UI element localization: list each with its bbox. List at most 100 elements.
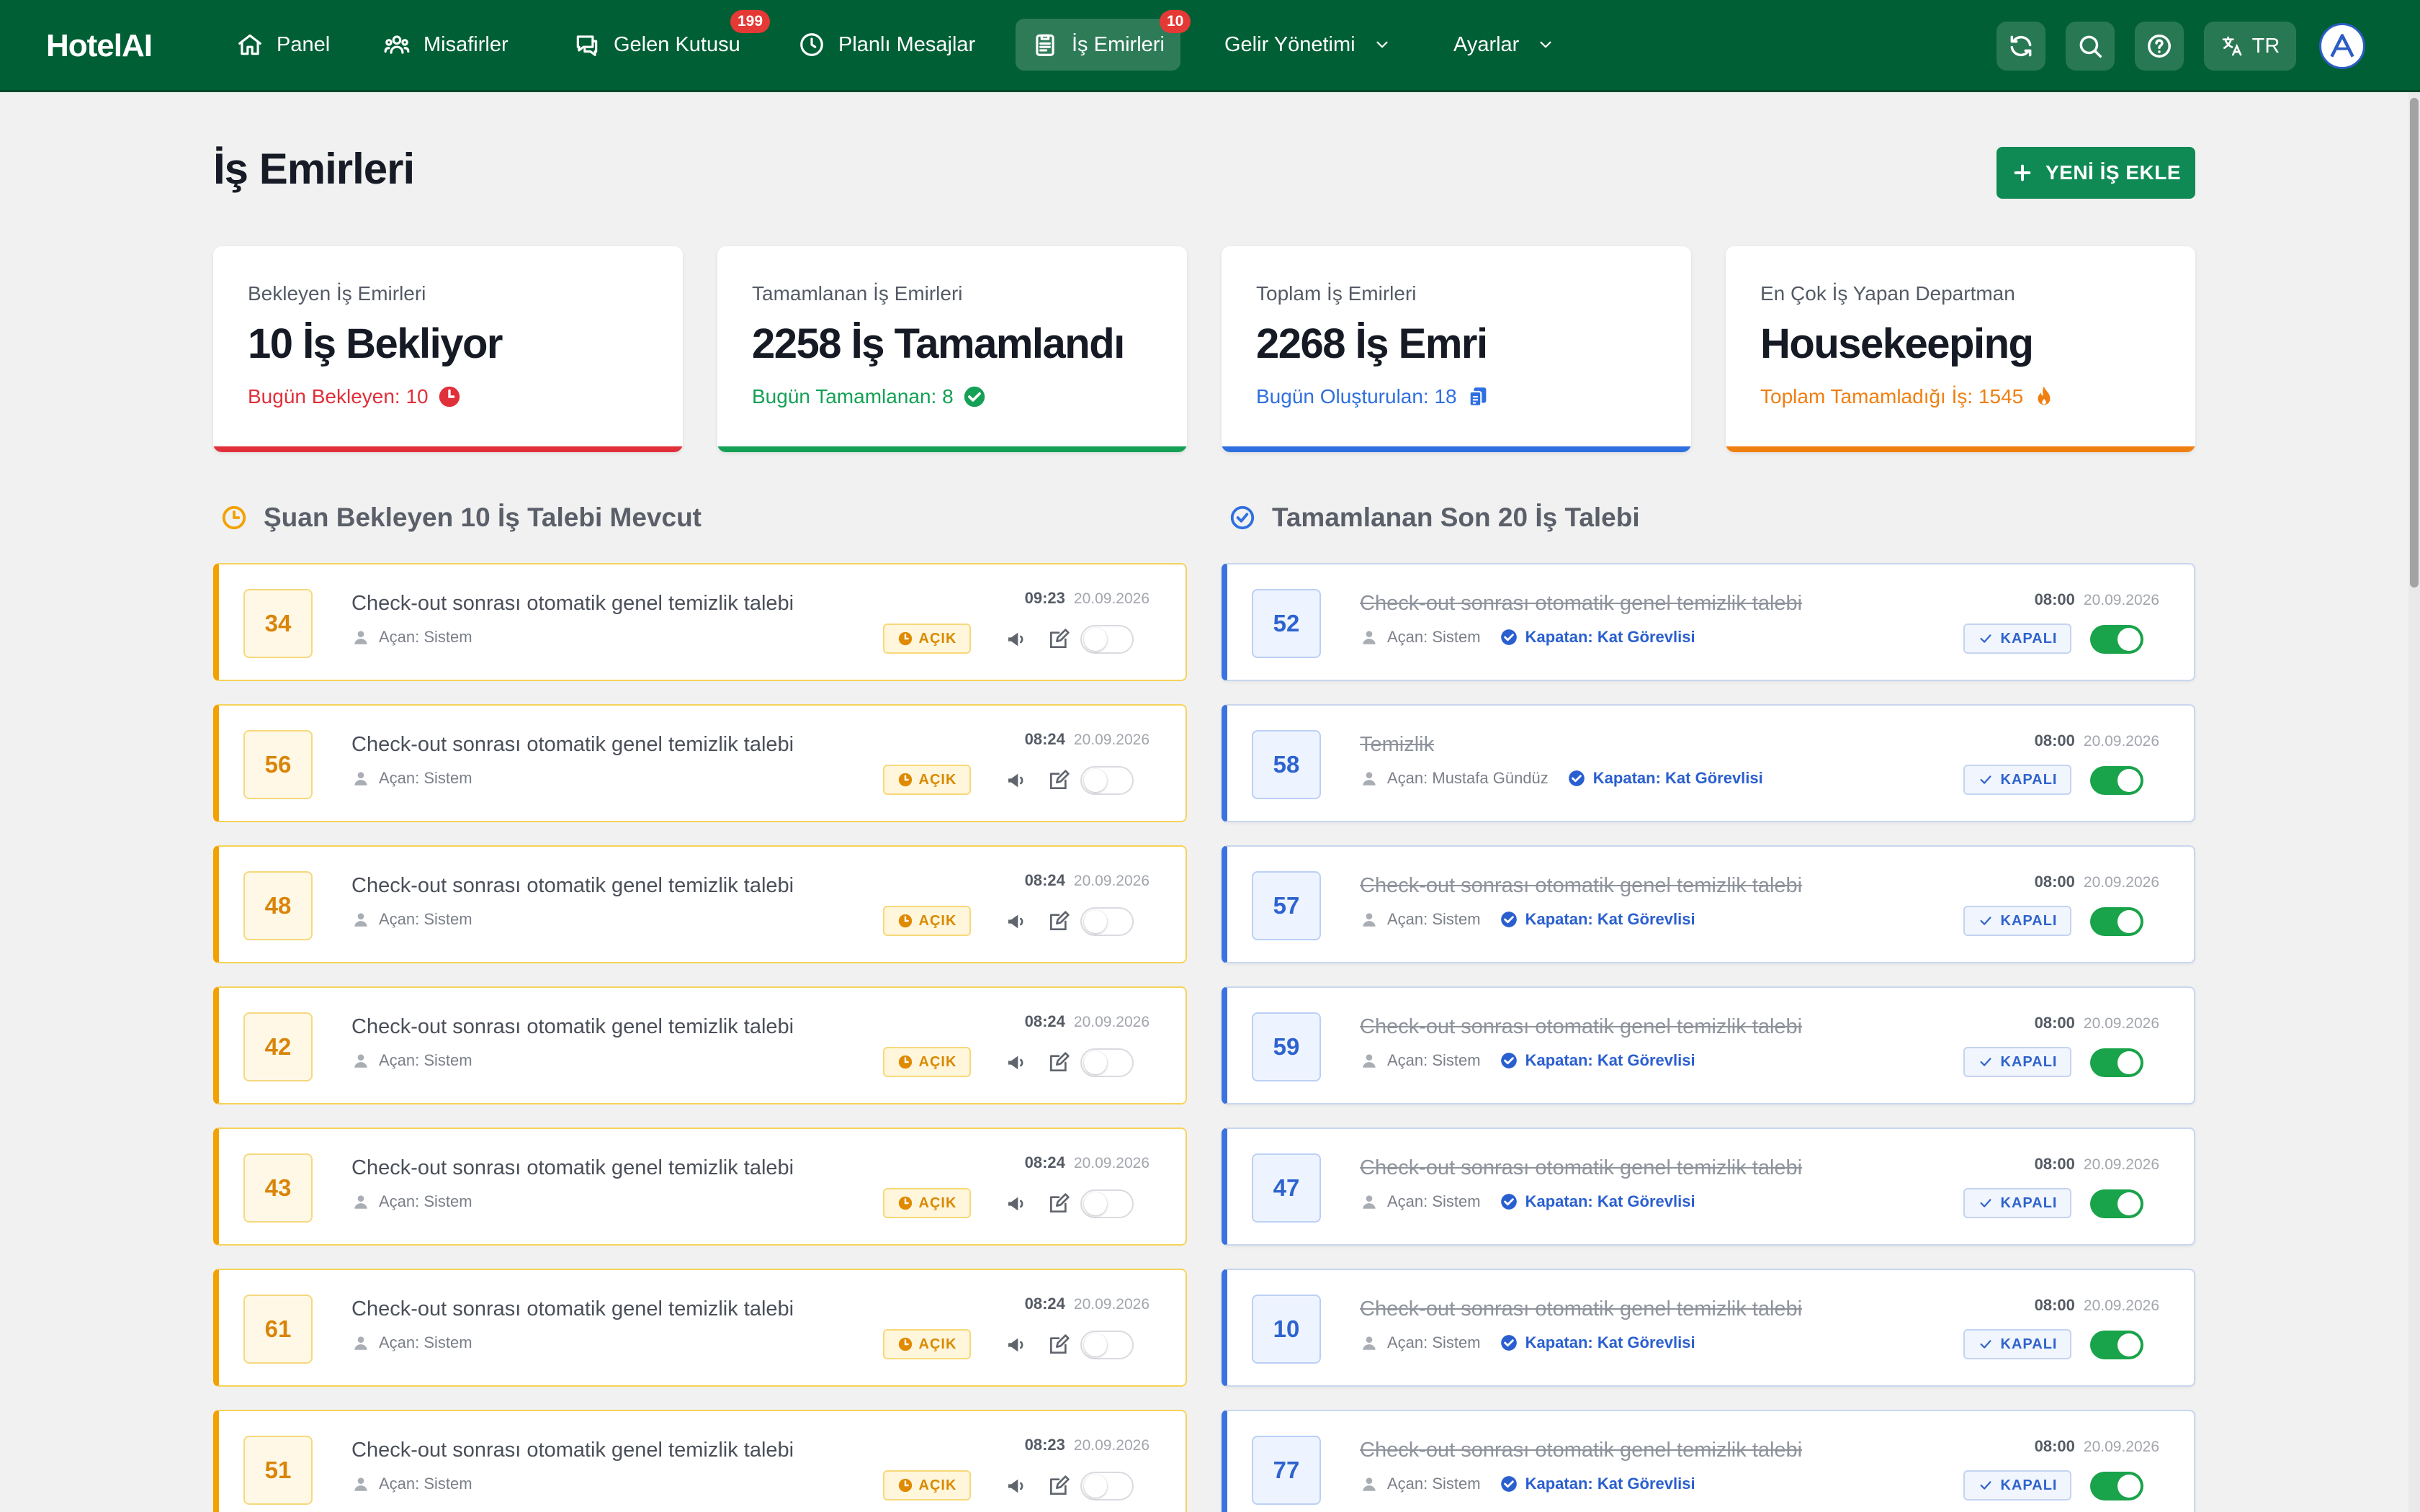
status-toggle[interactable] bbox=[1080, 766, 1134, 795]
status-toggle[interactable] bbox=[1080, 907, 1134, 936]
pending-section-heading: Şuan Bekleyen 10 İş Talebi Mevcut bbox=[220, 503, 702, 533]
brand-logo[interactable]: HotelAI bbox=[46, 0, 153, 92]
completed-work-order-card[interactable]: 47 Check-out sonrası otomatik genel temi… bbox=[1222, 1128, 2195, 1246]
work-order-number: 61 bbox=[243, 1295, 313, 1364]
work-order-closer: Kapatan: Kat Görevlisi bbox=[1525, 1475, 1695, 1493]
nav-panel-label: Panel bbox=[277, 32, 331, 56]
status-badge-closed: KAPALI bbox=[1963, 1047, 2071, 1077]
work-order-date: 20.09.2026 bbox=[1073, 590, 1150, 607]
nav-ayarlar[interactable]: Ayarlar bbox=[1438, 19, 1571, 71]
pending-work-order-card[interactable]: 56 Check-out sonrası otomatik genel temi… bbox=[213, 704, 1187, 822]
stat-label: Toplam İş Emirleri bbox=[1256, 282, 1417, 305]
nav-is-emirleri[interactable]: İş Emirleri 10 bbox=[1016, 10, 1191, 71]
pending-work-order-card[interactable]: 42 Check-out sonrası otomatik genel temi… bbox=[213, 986, 1187, 1104]
status-badge-closed: KAPALI bbox=[1963, 624, 2071, 654]
status-toggle[interactable] bbox=[1080, 1472, 1134, 1500]
edit-icon bbox=[1050, 911, 1070, 930]
pending-work-order-card[interactable]: 61 Check-out sonrası otomatik genel temi… bbox=[213, 1269, 1187, 1387]
stat-label: Tamamlanan İş Emirleri bbox=[752, 282, 963, 305]
work-order-date: 20.09.2026 bbox=[2083, 1156, 2159, 1173]
status-toggle[interactable] bbox=[2090, 1331, 2143, 1359]
completed-work-order-card[interactable]: 77 Check-out sonrası otomatik genel temi… bbox=[1222, 1410, 2195, 1512]
announce-button[interactable] bbox=[1003, 1472, 1031, 1500]
work-order-time: 08:00 bbox=[2034, 873, 2075, 891]
nav-panel[interactable]: Panel bbox=[220, 19, 346, 71]
edit-button[interactable] bbox=[1044, 907, 1073, 936]
work-order-title: Check-out sonrası otomatik genel temizli… bbox=[1360, 1156, 1803, 1179]
nav-gelir-yonetimi[interactable]: Gelir Yönetimi bbox=[1209, 19, 1407, 71]
completed-work-order-card[interactable]: 59 Check-out sonrası otomatik genel temi… bbox=[1222, 986, 2195, 1104]
announce-button[interactable] bbox=[1003, 766, 1031, 795]
announce-button[interactable] bbox=[1003, 1331, 1031, 1359]
pending-work-order-card[interactable]: 34 Check-out sonrası otomatik genel temi… bbox=[213, 563, 1187, 681]
check-circle-icon bbox=[964, 386, 985, 408]
status-toggle[interactable] bbox=[1080, 1331, 1134, 1359]
work-order-title: Check-out sonrası otomatik genel temizli… bbox=[1360, 1297, 1803, 1320]
toggle-knob bbox=[1084, 1475, 1107, 1498]
stat-card-pending: Bekleyen İş Emirleri 10 İş Bekliyor Bugü… bbox=[213, 246, 683, 452]
toggle-knob bbox=[2118, 769, 2141, 792]
help-button[interactable] bbox=[2135, 22, 2184, 71]
stat-sub-text: Toplam Tamamladığı İş: 1545 bbox=[1760, 385, 2024, 408]
work-order-opener: Açan: Sistem bbox=[1387, 1475, 1481, 1493]
edit-button[interactable] bbox=[1044, 1048, 1073, 1077]
stat-sub: Bugün Tamamlanan: 8 bbox=[752, 384, 987, 409]
language-switcher[interactable]: TR bbox=[2204, 22, 2296, 71]
completed-work-order-card[interactable]: 52 Check-out sonrası otomatik genel temi… bbox=[1222, 563, 2195, 681]
edit-icon bbox=[1050, 1052, 1070, 1071]
chevron-down-icon bbox=[1540, 41, 1551, 48]
status-label: AÇIK bbox=[918, 912, 957, 929]
pending-work-order-card[interactable]: 48 Check-out sonrası otomatik genel temi… bbox=[213, 845, 1187, 963]
edit-button[interactable] bbox=[1044, 1189, 1073, 1218]
status-toggle[interactable] bbox=[2090, 766, 2143, 795]
status-toggle[interactable] bbox=[1080, 625, 1134, 654]
work-order-date: 20.09.2026 bbox=[1073, 1155, 1150, 1171]
work-order-date: 20.09.2026 bbox=[1073, 1296, 1150, 1313]
user-avatar[interactable] bbox=[2319, 23, 2365, 69]
status-toggle[interactable] bbox=[2090, 1472, 2143, 1500]
announce-button[interactable] bbox=[1003, 1048, 1031, 1077]
edit-icon bbox=[1050, 1193, 1070, 1212]
edit-button[interactable] bbox=[1044, 625, 1073, 654]
status-label: KAPALI bbox=[2000, 1053, 2058, 1070]
user-icon bbox=[354, 913, 367, 927]
status-label: AÇIK bbox=[918, 771, 957, 788]
refresh-button[interactable] bbox=[1996, 22, 2045, 71]
toggle-knob bbox=[1084, 1192, 1107, 1215]
nav-planli-mesajlar[interactable]: Planlı Mesajlar bbox=[782, 19, 991, 71]
work-order-timestamp: 08:24 20.09.2026 bbox=[1025, 730, 1150, 749]
completed-work-order-card[interactable]: 10 Check-out sonrası otomatik genel temi… bbox=[1222, 1269, 2195, 1387]
pending-work-order-card[interactable]: 43 Check-out sonrası otomatik genel temi… bbox=[213, 1128, 1187, 1246]
verified-icon bbox=[1500, 1335, 1517, 1351]
status-toggle[interactable] bbox=[2090, 907, 2143, 936]
clock-icon bbox=[898, 1055, 912, 1069]
announce-button[interactable] bbox=[1003, 1189, 1031, 1218]
work-order-timestamp: 08:00 20.09.2026 bbox=[2035, 1296, 2159, 1315]
status-toggle[interactable] bbox=[2090, 1048, 2143, 1077]
status-toggle[interactable] bbox=[1080, 1048, 1134, 1077]
edit-button[interactable] bbox=[1044, 766, 1073, 795]
stat-sub-text: Bugün Bekleyen: 10 bbox=[248, 385, 429, 408]
add-work-order-button[interactable]: YENİ İŞ EKLE bbox=[1996, 147, 2195, 199]
pending-work-order-card[interactable]: 51 Check-out sonrası otomatik genel temi… bbox=[213, 1410, 1187, 1512]
page-title: İş Emirleri bbox=[213, 145, 415, 193]
work-order-date: 20.09.2026 bbox=[1073, 873, 1150, 889]
status-toggle[interactable] bbox=[1080, 1189, 1134, 1218]
work-order-timestamp: 09:23 20.09.2026 bbox=[1025, 589, 1150, 608]
nav-gelen-kutusu[interactable]: Gelen Kutusu 199 bbox=[557, 10, 771, 71]
page-scrollbar-thumb[interactable] bbox=[2410, 98, 2419, 588]
status-label: KAPALI bbox=[2000, 771, 2058, 788]
edit-button[interactable] bbox=[1044, 1472, 1073, 1500]
status-toggle[interactable] bbox=[2090, 625, 2143, 654]
edit-button[interactable] bbox=[1044, 1331, 1073, 1359]
completed-work-order-card[interactable]: 58 Temizlik Açan: Mustafa Gündüz Kapatan… bbox=[1222, 704, 2195, 822]
completed-work-order-card[interactable]: 57 Check-out sonrası otomatik genel temi… bbox=[1222, 845, 2195, 963]
announce-button[interactable] bbox=[1003, 907, 1031, 936]
work-order-closer: Kapatan: Kat Görevlisi bbox=[1525, 1051, 1695, 1069]
nav-misafirler[interactable]: Misafirler bbox=[367, 19, 524, 71]
work-order-meta: Açan: Sistem Kapatan: Kat Görevlisi bbox=[1360, 1051, 1695, 1070]
toggle-knob bbox=[2118, 1192, 2141, 1215]
search-button[interactable] bbox=[2066, 22, 2115, 71]
status-toggle[interactable] bbox=[2090, 1189, 2143, 1218]
announce-button[interactable] bbox=[1003, 625, 1031, 654]
